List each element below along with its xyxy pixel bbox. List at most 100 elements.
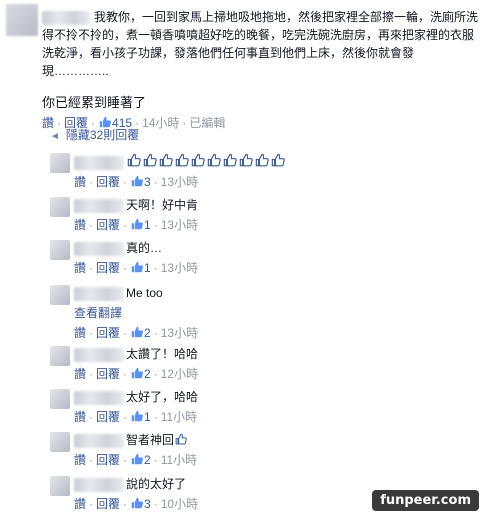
- separator-dot: ·: [89, 453, 94, 467]
- timestamp[interactable]: 12小時: [161, 367, 198, 381]
- like-count[interactable]: 1: [144, 410, 151, 424]
- reply-link[interactable]: 回覆: [96, 218, 120, 232]
- replier-name-blurred[interactable]: [74, 433, 124, 448]
- timestamp[interactable]: 13小時: [161, 261, 198, 275]
- comment-punchline: 你已經累到睡著了: [42, 95, 147, 110]
- separator-dot: ·: [182, 116, 187, 130]
- hidden-replies-label[interactable]: 隱藏32則回覆: [66, 128, 139, 142]
- reply-link[interactable]: 回覆: [96, 453, 120, 467]
- hidden-replies-toggle[interactable]: ◄ 隱藏32則回覆: [50, 127, 139, 145]
- reply-text-line: 真的…: [74, 240, 474, 256]
- reply-text: Me too: [126, 286, 163, 300]
- like-link[interactable]: 讚: [74, 175, 86, 189]
- avatar[interactable]: [50, 285, 70, 305]
- replier-name-blurred[interactable]: [74, 198, 124, 213]
- reply-body: Me too 查看翻譯讚 · 回覆 · 2 · 13小時: [74, 285, 474, 341]
- reply-text: 真的…: [126, 241, 163, 255]
- like-link[interactable]: 讚: [74, 261, 86, 275]
- separator-dot: ·: [153, 261, 158, 275]
- like-count[interactable]: 1: [144, 218, 151, 232]
- like-link[interactable]: 讚: [74, 367, 86, 381]
- avatar[interactable]: [50, 476, 70, 496]
- avatar[interactable]: [50, 240, 70, 260]
- like-link[interactable]: 讚: [74, 410, 86, 424]
- replier-name-blurred[interactable]: [74, 347, 124, 362]
- reply-link[interactable]: 回覆: [96, 175, 120, 189]
- replier-name-blurred[interactable]: [74, 155, 124, 170]
- separator-dot: ·: [123, 326, 128, 340]
- separator-dot: ·: [123, 261, 128, 275]
- separator-dot: ·: [123, 218, 128, 232]
- separator-dot: ·: [153, 453, 158, 467]
- commenter-name-blurred[interactable]: [42, 10, 90, 25]
- thumbs-up-icon: [131, 453, 143, 465]
- reply-text-line: 智者神回: [74, 432, 474, 448]
- reply-link[interactable]: 回覆: [96, 261, 120, 275]
- thumbs-up-icon: [131, 326, 143, 338]
- reply-body: 智者神回讚 · 回覆 · 2 · 11小時: [74, 432, 474, 468]
- comment-content: 我教你，一回到家馬上掃地吸地拖地，然後把家裡全部擦一輪，洗廁所洗得不拎不拎的，煮…: [42, 8, 478, 132]
- thumbs-up-icon: [131, 261, 143, 273]
- avatar[interactable]: [50, 197, 70, 217]
- separator-dot: ·: [123, 175, 128, 189]
- timestamp[interactable]: 10小時: [161, 497, 198, 511]
- reply-body: 太讚了！哈哈讚 · 回覆 · 2 · 12小時: [74, 346, 474, 382]
- timestamp[interactable]: 13小時: [161, 175, 198, 189]
- timestamp[interactable]: 11小時: [161, 453, 197, 467]
- like-link[interactable]: 讚: [74, 326, 86, 340]
- thumbs-up-icon: [131, 367, 143, 379]
- like-link[interactable]: 讚: [74, 218, 86, 232]
- timestamp[interactable]: 11小時: [161, 410, 197, 424]
- reply-link[interactable]: 回覆: [96, 326, 120, 340]
- timestamp[interactable]: 13小時: [161, 326, 198, 340]
- reply-body: 讚 · 回覆 · 3 · 13小時: [74, 153, 474, 190]
- avatar[interactable]: [6, 4, 38, 36]
- separator-dot: ·: [153, 175, 158, 189]
- separator-dot: ·: [89, 497, 94, 511]
- timestamp[interactable]: 13小時: [161, 218, 198, 232]
- thumbs-up-icon: [127, 153, 141, 167]
- like-link[interactable]: 讚: [74, 497, 86, 511]
- avatar[interactable]: [50, 346, 70, 366]
- like-count[interactable]: 1: [144, 261, 151, 275]
- reply-link[interactable]: 回覆: [96, 497, 120, 511]
- reply-body: 天啊！好中肯讚 · 回覆 · 1 · 13小時: [74, 197, 474, 233]
- separator-dot: ·: [89, 326, 94, 340]
- avatar[interactable]: [50, 389, 70, 409]
- thumbs-up-icon: [159, 153, 173, 167]
- reply-text-line: [74, 153, 474, 170]
- replier-name-blurred[interactable]: [74, 241, 124, 256]
- separator-dot: ·: [89, 175, 94, 189]
- replier-name-blurred[interactable]: [74, 390, 124, 405]
- replier-name-blurred[interactable]: [74, 286, 124, 301]
- separator-dot: ·: [123, 410, 128, 424]
- reply-actions: 讚 · 回覆 · 1 · 11小時: [74, 409, 474, 425]
- reply-text: 天啊！好中肯: [126, 198, 199, 212]
- reply-actions: 讚 · 回覆 · 1 · 13小時: [74, 260, 474, 276]
- thumbs-up-icon: [223, 153, 237, 167]
- avatar[interactable]: [50, 432, 70, 452]
- see-translation-link[interactable]: 查看翻譯: [74, 305, 474, 321]
- watermark: funpeer.com: [372, 490, 479, 511]
- like-count[interactable]: 2: [144, 453, 151, 467]
- edited-label[interactable]: 已編輯: [189, 116, 225, 130]
- like-count[interactable]: 2: [144, 367, 151, 381]
- comment-text: 我教你，一回到家馬上掃地吸地拖地，然後把家裡全部擦一輪，洗廁所洗得不拎不拎的，煮…: [42, 10, 479, 78]
- timestamp[interactable]: 14小時: [142, 116, 179, 130]
- reply-actions: 讚 · 回覆 · 2 · 12小時: [74, 366, 474, 382]
- thumbs-up-icon: [239, 153, 253, 167]
- like-count[interactable]: 3: [144, 497, 151, 511]
- like-count[interactable]: 3: [144, 175, 151, 189]
- thumbs-up-icon: [131, 410, 143, 422]
- reply-text-line: 太讚了！哈哈: [74, 346, 474, 362]
- replier-name-blurred[interactable]: [74, 477, 124, 492]
- reply-link[interactable]: 回覆: [96, 367, 120, 381]
- separator-dot: ·: [123, 497, 128, 511]
- avatar[interactable]: [50, 153, 70, 173]
- like-count[interactable]: 2: [144, 326, 151, 340]
- emoji-row: [126, 153, 286, 169]
- separator-dot: ·: [89, 367, 94, 381]
- like-link[interactable]: 讚: [74, 453, 86, 467]
- comment-text-block: 我教你，一回到家馬上掃地吸地拖地，然後把家裡全部擦一輪，洗廁所洗得不拎不拎的，煮…: [42, 8, 478, 80]
- reply-link[interactable]: 回覆: [96, 410, 120, 424]
